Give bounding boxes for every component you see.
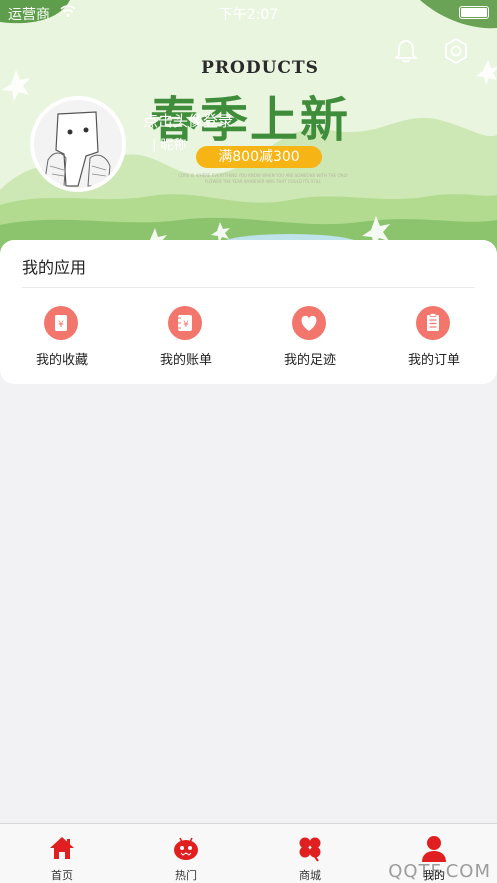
app-favorites[interactable]: ¥ 我的收藏 — [0, 306, 124, 372]
my-apps-title: 我的应用 — [22, 258, 87, 277]
tab-hot[interactable]: 热门 — [124, 824, 248, 883]
tab-home[interactable]: 首页 — [0, 824, 124, 883]
watermark: QQTF.COM — [388, 861, 491, 882]
clock: 下午2:07 — [218, 7, 279, 23]
battery-icon — [459, 6, 489, 19]
app-orders[interactable]: 我的订单 — [372, 306, 496, 372]
tab-label: 商城 — [299, 869, 321, 882]
header-banner: PRODUCTS 春季上新 满800减300 CORE IS WHERE EVE… — [0, 0, 497, 262]
app-bills[interactable]: ¥ 我的账单 — [124, 306, 248, 372]
my-apps-grid: ¥ 我的收藏 ¥ 我的账单 我的足迹 我的订单 — [0, 306, 497, 372]
avatar[interactable] — [30, 96, 126, 192]
tab-mall[interactable]: 商城 — [248, 824, 372, 883]
app-label: 我的订单 — [407, 353, 460, 368]
divider — [22, 287, 475, 288]
login-prompt[interactable]: 点击头像登录 — [143, 110, 233, 131]
android-icon — [174, 837, 198, 860]
bell-icon[interactable] — [394, 38, 418, 64]
home-icon — [50, 837, 74, 859]
banner-fine-print: CORE IS WHERE EVERYTHING YOU KNOW WHEN Y… — [178, 173, 348, 184]
clover-icon — [299, 837, 321, 862]
bill-icon: ¥ — [168, 306, 202, 340]
nickname-text: | 昵称 — [152, 138, 187, 153]
promo-badge[interactable]: 满800减300 — [196, 146, 322, 168]
banner-products-text: PRODUCTS — [201, 58, 319, 78]
svg-text:¥: ¥ — [183, 320, 189, 330]
svg-text:¥: ¥ — [58, 320, 64, 330]
gear-icon[interactable] — [443, 38, 469, 64]
app-label: 我的收藏 — [35, 353, 88, 368]
favorites-icon: ¥ — [44, 306, 78, 340]
my-apps-card: 我的应用 ¥ 我的收藏 ¥ 我的账单 我的足迹 我的订单 — [0, 240, 497, 384]
status-bar: 运营商 下午2:07 — [0, 0, 497, 26]
tab-label: 首页 — [51, 869, 73, 882]
clipboard-icon — [416, 306, 450, 340]
avatar-sketch-image — [34, 100, 122, 188]
app-footprints[interactable]: 我的足迹 — [248, 306, 372, 372]
tab-label: 热门 — [175, 869, 197, 882]
app-label: 我的账单 — [159, 353, 212, 368]
user-icon — [422, 836, 446, 862]
app-label: 我的足迹 — [283, 353, 336, 368]
heart-footprint-icon — [292, 306, 326, 340]
